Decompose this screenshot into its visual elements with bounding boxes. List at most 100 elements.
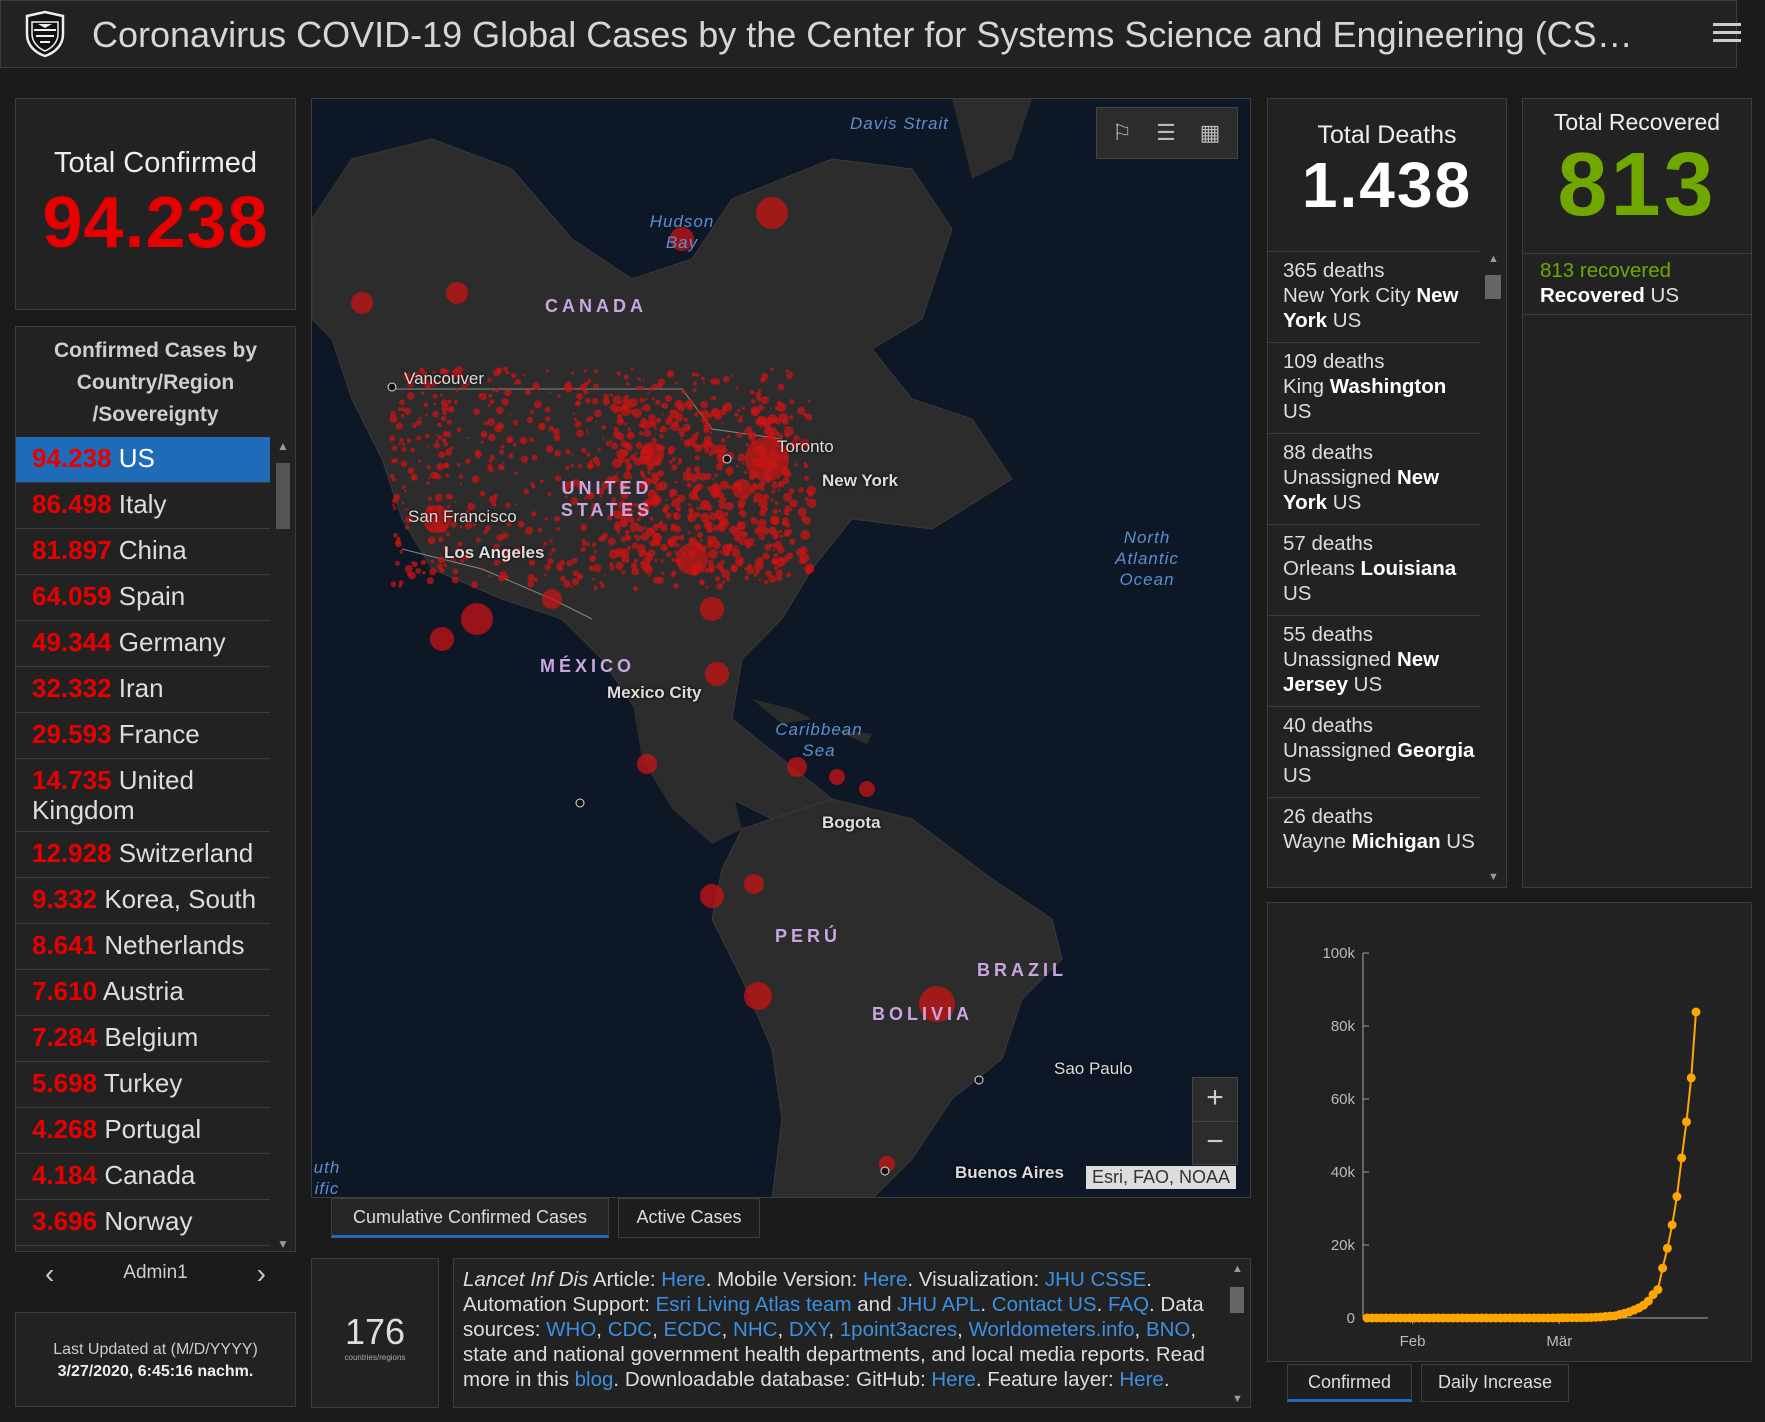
deaths-list-item[interactable]: 26 deaths Wayne Michigan US bbox=[1268, 797, 1480, 887]
scrollbar-thumb[interactable] bbox=[1230, 1287, 1244, 1313]
country-list-item[interactable]: 29.593 France bbox=[16, 713, 270, 759]
country-name: Netherlands bbox=[104, 930, 245, 960]
info-link[interactable]: Here bbox=[661, 1268, 705, 1291]
country-list-item[interactable]: 4.184 Canada bbox=[16, 1154, 270, 1200]
case-bubble bbox=[495, 367, 503, 374]
case-bubble bbox=[526, 416, 534, 424]
case-bubble bbox=[713, 538, 718, 544]
country-list-item[interactable]: 81.897 China bbox=[16, 529, 270, 575]
country-list-item[interactable]: 4.268 Portugal bbox=[16, 1108, 270, 1154]
info-link[interactable]: Here bbox=[863, 1268, 907, 1291]
grid-icon[interactable]: ▦ bbox=[1197, 120, 1223, 146]
info-link[interactable]: JHU CSSE bbox=[1045, 1268, 1146, 1291]
info-link[interactable]: 1point3acres bbox=[840, 1318, 957, 1341]
case-bubble bbox=[411, 476, 416, 481]
deaths-list-item[interactable]: 365 deaths New York City New York US bbox=[1268, 251, 1480, 342]
cases-line-chart[interactable]: 100k 80k 60k 40k 20k 0 Feb Mär bbox=[1268, 903, 1753, 1363]
country-list-item[interactable]: 12.928 Switzerland bbox=[16, 832, 270, 878]
case-bubble bbox=[701, 416, 709, 424]
hamburger-menu-icon[interactable] bbox=[1713, 18, 1741, 48]
deaths-list-item[interactable]: 40 deaths Unassigned Georgia US bbox=[1268, 706, 1480, 797]
tab-active-cases[interactable]: Active Cases bbox=[618, 1198, 760, 1238]
info-link[interactable]: BNO bbox=[1146, 1318, 1190, 1341]
total-confirmed-panel: Total Confirmed 94.238 bbox=[15, 98, 296, 310]
case-bubble bbox=[714, 509, 725, 520]
info-link[interactable]: FAQ bbox=[1108, 1293, 1149, 1316]
case-bubble bbox=[544, 564, 551, 571]
case-bubble bbox=[772, 542, 778, 549]
scroll-up-icon[interactable]: ▲ bbox=[277, 439, 289, 453]
country-list-item[interactable]: 94.238 US bbox=[16, 437, 270, 483]
map-view[interactable]: Davis Strait Hudson Bay North Atlantic O… bbox=[311, 98, 1251, 1198]
deaths-county: Orleans bbox=[1283, 557, 1361, 580]
tab-confirmed[interactable]: Confirmed bbox=[1287, 1364, 1412, 1402]
x-tick-label: Feb bbox=[1400, 1333, 1426, 1350]
case-bubble bbox=[739, 509, 744, 515]
country-list-item[interactable]: 14.735 United Kingdom bbox=[16, 759, 270, 832]
country-list-item[interactable]: 7.284 Belgium bbox=[16, 1016, 270, 1062]
deaths-list-item[interactable]: 55 deaths Unassigned New Jersey US bbox=[1268, 615, 1480, 706]
info-link[interactable]: Esri Living Atlas team bbox=[656, 1293, 852, 1316]
case-bubble bbox=[777, 488, 781, 492]
case-bubble bbox=[398, 580, 404, 585]
info-link[interactable]: WHO bbox=[546, 1318, 596, 1341]
info-link[interactable]: blog bbox=[575, 1368, 614, 1391]
zoom-out-button[interactable]: − bbox=[1193, 1121, 1237, 1165]
case-bubble bbox=[642, 379, 645, 382]
scrollbar-thumb[interactable] bbox=[276, 463, 290, 529]
scroll-down-icon[interactable]: ▼ bbox=[1232, 1393, 1243, 1405]
zoom-in-button[interactable]: + bbox=[1193, 1078, 1237, 1121]
deaths-scrollbar[interactable]: ▲ ▼ bbox=[1482, 251, 1504, 887]
info-link[interactable]: DXY bbox=[789, 1318, 829, 1341]
country-list-item[interactable]: 5.698 Turkey bbox=[16, 1062, 270, 1108]
country-list-scrollbar[interactable]: ▲ ▼ bbox=[273, 439, 293, 1251]
recovered-list-item[interactable]: 813 recovered Recovered US bbox=[1523, 253, 1751, 315]
country-name: Turkey bbox=[103, 1068, 183, 1098]
deaths-list-item[interactable]: 57 deaths Orleans Louisiana US bbox=[1268, 524, 1480, 615]
data-point bbox=[1677, 1153, 1687, 1163]
info-link[interactable]: NHC bbox=[733, 1318, 777, 1341]
case-bubble bbox=[609, 393, 614, 397]
info-text-fragment: . Visualization: bbox=[907, 1268, 1045, 1291]
chevron-right-icon[interactable]: › bbox=[257, 1258, 266, 1290]
case-bubble bbox=[673, 515, 676, 519]
map-canvas[interactable] bbox=[312, 99, 1251, 1198]
deaths-country: US bbox=[1440, 830, 1475, 853]
scrollbar-thumb[interactable] bbox=[1485, 275, 1501, 299]
country-list-item[interactable]: 7.610 Austria bbox=[16, 970, 270, 1016]
country-list-item[interactable]: 8.641 Netherlands bbox=[16, 924, 270, 970]
case-bubble bbox=[660, 559, 664, 563]
map-attribution[interactable]: Esri, FAO, NOAA bbox=[1085, 1166, 1236, 1189]
deaths-list-item[interactable]: 88 deaths Unassigned New York US bbox=[1268, 433, 1480, 524]
info-link[interactable]: Here bbox=[931, 1368, 975, 1391]
tab-cumulative-confirmed[interactable]: Cumulative Confirmed Cases bbox=[331, 1198, 609, 1238]
info-scrollbar[interactable]: ▲ ▼ bbox=[1226, 1261, 1248, 1407]
list-icon[interactable]: ☰ bbox=[1153, 120, 1179, 146]
country-list-item[interactable]: 32.332 Iran bbox=[16, 667, 270, 713]
country-list-item[interactable]: 49.344 Germany bbox=[16, 621, 270, 667]
scroll-up-icon[interactable]: ▲ bbox=[1232, 1263, 1243, 1275]
country-list-item[interactable]: 86.498 Italy bbox=[16, 483, 270, 529]
bookmark-icon[interactable]: ⚐ bbox=[1109, 120, 1135, 146]
case-bubble bbox=[616, 371, 621, 376]
info-link[interactable]: ECDC bbox=[664, 1318, 722, 1341]
country-list-item[interactable]: 9.332 Korea, South bbox=[16, 878, 270, 924]
case-bubble bbox=[416, 435, 422, 441]
case-bubble bbox=[659, 520, 663, 525]
case-bubble bbox=[406, 572, 411, 577]
case-bubble bbox=[776, 545, 785, 554]
country-list-item[interactable]: 3.696 Norway bbox=[16, 1200, 270, 1246]
scroll-up-icon[interactable]: ▲ bbox=[1488, 253, 1499, 265]
info-link[interactable]: Contact US bbox=[992, 1293, 1097, 1316]
info-link[interactable]: Worldometers.info bbox=[969, 1318, 1135, 1341]
deaths-list-item[interactable]: 109 deaths King Washington US bbox=[1268, 342, 1480, 433]
info-link[interactable]: JHU APL bbox=[897, 1293, 980, 1316]
country-list-item[interactable]: 64.059 Spain bbox=[16, 575, 270, 621]
scroll-down-icon[interactable]: ▼ bbox=[1488, 871, 1499, 883]
case-bubble bbox=[440, 415, 447, 422]
info-link[interactable]: Here bbox=[1119, 1368, 1163, 1391]
scroll-down-icon[interactable]: ▼ bbox=[277, 1237, 289, 1251]
case-bubble bbox=[487, 418, 496, 426]
tab-daily-increase[interactable]: Daily Increase bbox=[1421, 1364, 1569, 1402]
info-link[interactable]: CDC bbox=[608, 1318, 652, 1341]
